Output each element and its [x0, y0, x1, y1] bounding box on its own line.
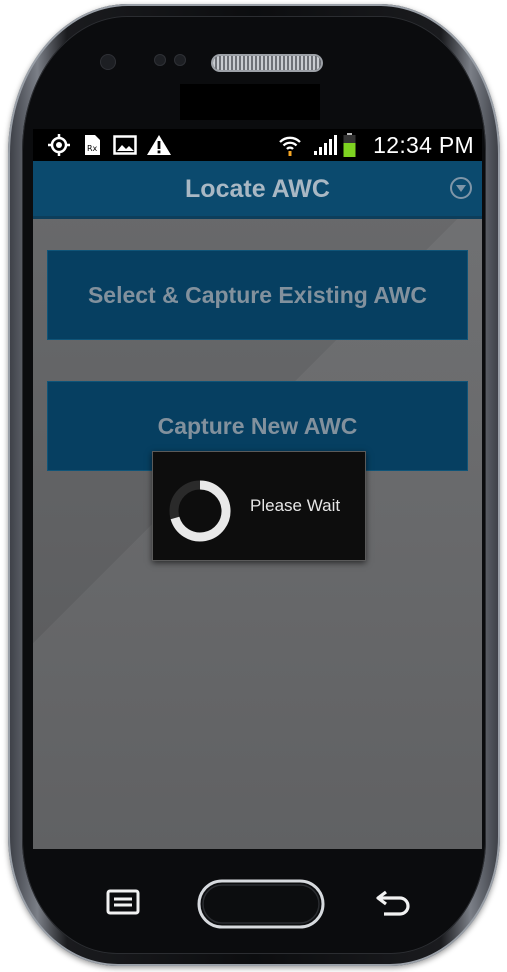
sensor-dot — [154, 54, 166, 66]
action-bar: Locate AWC — [33, 161, 482, 219]
battery-icon — [342, 133, 356, 157]
menu-icon[interactable] — [106, 889, 140, 920]
status-time: 12:34 PM — [373, 132, 474, 158]
earpiece-speaker — [213, 56, 321, 70]
gps-icon — [47, 134, 71, 156]
sensor-dot — [174, 54, 186, 66]
warning-icon — [146, 134, 172, 156]
signal-icon — [312, 134, 338, 156]
status-bar: Rx 12:34 PM — [33, 129, 482, 161]
nfc-icon: Rx — [81, 134, 103, 156]
front-camera — [100, 54, 116, 70]
gallery-icon — [113, 134, 137, 156]
loading-spinner-icon — [167, 478, 233, 549]
progress-dialog: Please Wait — [152, 451, 366, 561]
svg-text:Rx: Rx — [87, 144, 98, 153]
page-title: Locate AWC — [185, 175, 330, 203]
home-button[interactable] — [196, 878, 326, 935]
phone-screen: Rx 12:34 PM Locate AWC Select & Capture … — [33, 129, 482, 849]
overflow-dropdown-icon[interactable] — [450, 177, 472, 199]
progress-message: Please Wait — [250, 496, 341, 515]
redaction-block — [180, 84, 320, 120]
back-icon[interactable] — [374, 886, 414, 923]
select-capture-existing-button[interactable]: Select & Capture Existing AWC — [47, 250, 468, 340]
wifi-icon — [277, 134, 303, 156]
